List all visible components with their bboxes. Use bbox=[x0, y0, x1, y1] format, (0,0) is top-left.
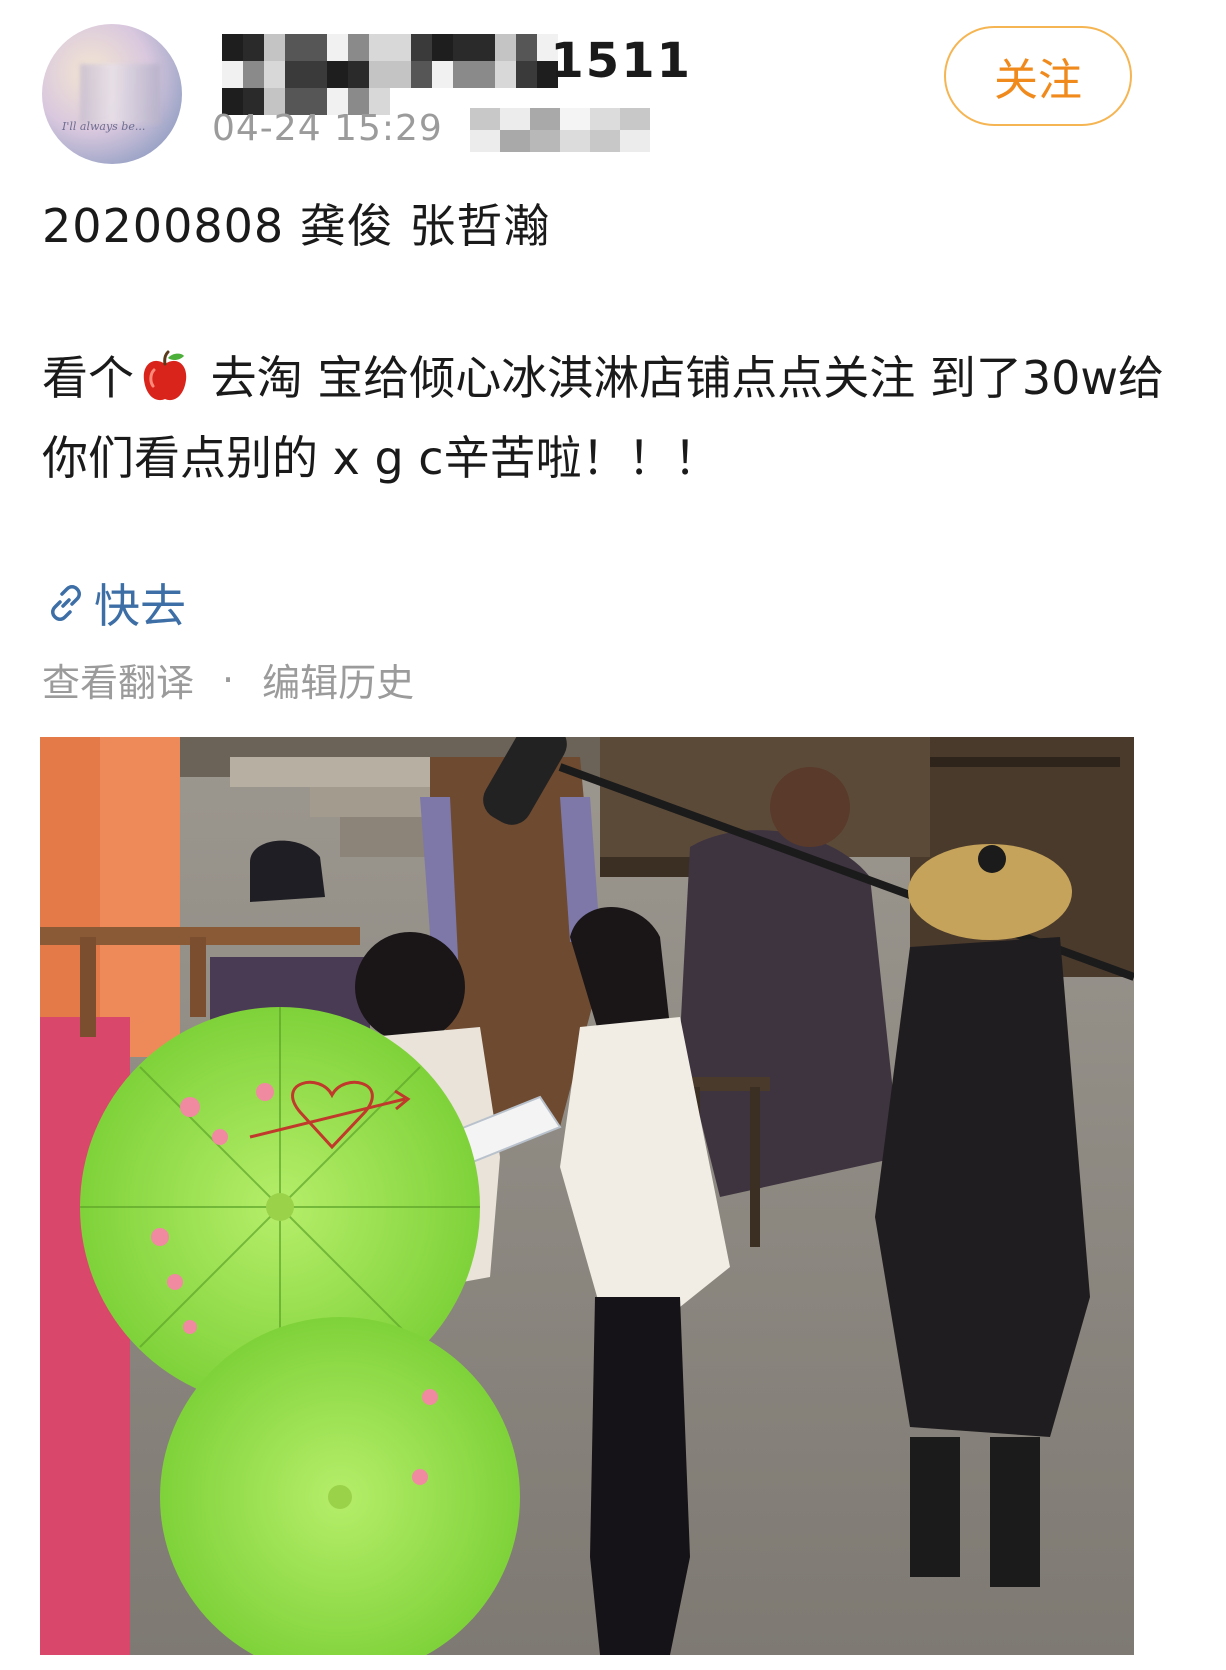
mosaic-cell bbox=[474, 61, 495, 88]
mosaic-cell bbox=[327, 61, 348, 88]
mosaic-cell bbox=[222, 34, 243, 61]
mosaic-cell bbox=[327, 34, 348, 61]
edit-history-button[interactable]: 编辑历史 bbox=[262, 652, 414, 707]
username-mosaic bbox=[222, 34, 568, 115]
mosaic-cell bbox=[470, 108, 500, 130]
separator-dot: · bbox=[222, 657, 235, 702]
mosaic-cell bbox=[306, 61, 327, 88]
post-body-text-1: 看个 bbox=[42, 351, 134, 405]
mosaic-cell bbox=[411, 61, 432, 88]
post-link[interactable]: 快去 bbox=[46, 570, 186, 636]
post-actions: 查看翻译 · 编辑历史 bbox=[42, 652, 414, 707]
mosaic-cell bbox=[264, 34, 285, 61]
mosaic-cell bbox=[590, 130, 620, 152]
mosaic-cell bbox=[530, 130, 560, 152]
mosaic-cell bbox=[516, 34, 537, 61]
mosaic-cell bbox=[620, 130, 650, 152]
post-image-illustration bbox=[40, 737, 1134, 1655]
mosaic-cell bbox=[432, 34, 453, 61]
mosaic-cell bbox=[590, 108, 620, 130]
mosaic-cell bbox=[306, 34, 327, 61]
mosaic-cell bbox=[560, 108, 590, 130]
post-source-mosaic bbox=[470, 108, 650, 152]
mosaic-cell bbox=[560, 130, 590, 152]
mosaic-cell bbox=[530, 108, 560, 130]
username-visible-part: 1511 bbox=[550, 33, 692, 89]
mosaic-cell bbox=[243, 61, 264, 88]
avatar-image bbox=[80, 64, 160, 124]
post-image[interactable] bbox=[40, 737, 1134, 1655]
mosaic-cell bbox=[369, 61, 390, 88]
mosaic-cell bbox=[348, 61, 369, 88]
apple-icon bbox=[143, 350, 187, 401]
mosaic-cell bbox=[453, 61, 474, 88]
mosaic-cell bbox=[285, 61, 306, 88]
mosaic-cell bbox=[453, 34, 474, 61]
avatar-signature: I'll always be... bbox=[62, 120, 146, 133]
mosaic-cell bbox=[222, 61, 243, 88]
mosaic-cell bbox=[500, 108, 530, 130]
post-body: 看个 去淘 宝给倾心冰淇淋店铺点点关注 到了30w给你们看点别的 x g c辛苦… bbox=[42, 338, 1182, 498]
mosaic-cell bbox=[390, 34, 411, 61]
mosaic-cell bbox=[500, 130, 530, 152]
mosaic-cell bbox=[411, 34, 432, 61]
mosaic-cell bbox=[495, 34, 516, 61]
mosaic-cell bbox=[390, 61, 411, 88]
mosaic-cell bbox=[348, 34, 369, 61]
mosaic-cell bbox=[285, 34, 306, 61]
mosaic-cell bbox=[369, 34, 390, 61]
mosaic-cell bbox=[264, 61, 285, 88]
mosaic-cell bbox=[516, 61, 537, 88]
mosaic-cell bbox=[470, 130, 500, 152]
mosaic-cell bbox=[474, 34, 495, 61]
mosaic-cell bbox=[243, 34, 264, 61]
post-body-text-2: 去淘 宝给倾心冰淇淋店铺点点关注 到了30w给你们看点别的 x g c辛苦啦！！… bbox=[42, 351, 1165, 485]
follow-button[interactable]: 关注 bbox=[944, 26, 1132, 126]
avatar[interactable]: I'll always be... bbox=[42, 24, 182, 164]
username[interactable]: 1511 bbox=[222, 33, 692, 115]
link-text[interactable]: 快去 bbox=[94, 570, 186, 636]
translate-button[interactable]: 查看翻译 bbox=[42, 652, 194, 707]
mosaic-cell bbox=[620, 108, 650, 130]
post-timestamp: 04-24 15:29 bbox=[212, 108, 443, 149]
mosaic-cell bbox=[495, 61, 516, 88]
post-title: 20200808 龚俊 张哲瀚 bbox=[42, 199, 551, 253]
link-icon bbox=[51, 585, 81, 621]
mosaic-cell bbox=[432, 61, 453, 88]
